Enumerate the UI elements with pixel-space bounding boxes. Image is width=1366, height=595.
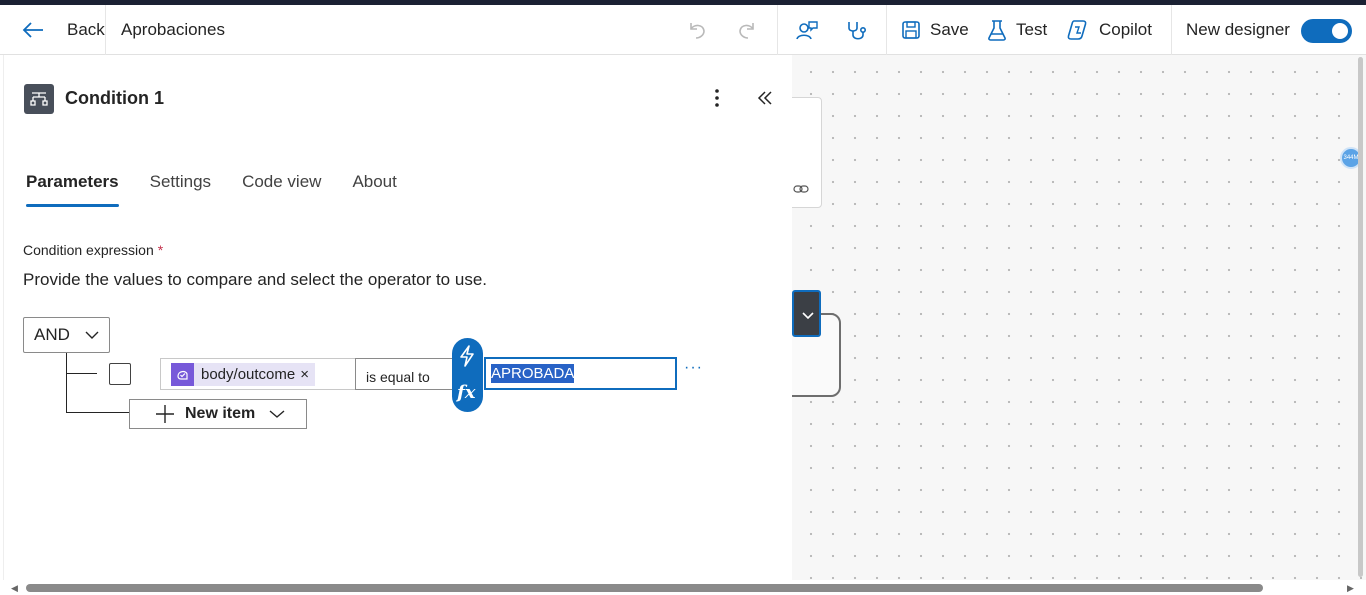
new-item-label: New item (185, 405, 256, 422)
horizontal-scrollbar[interactable]: ◀ ▶ (0, 580, 1366, 595)
scrollbar-thumb[interactable] (1358, 57, 1363, 577)
token-picker-pill: fx (452, 338, 483, 412)
flow-checker-icon[interactable] (845, 19, 869, 48)
right-operand-value: APROBADA (491, 364, 575, 383)
tree-line (66, 373, 97, 374)
condition-icon (24, 84, 54, 114)
group-operator-dropdown[interactable]: AND (23, 317, 110, 353)
chevron-down-icon (85, 331, 99, 339)
left-operand-field[interactable]: body/outcome × (160, 358, 356, 390)
chevron-down-icon (801, 308, 815, 326)
tab-code-view[interactable]: Code view (242, 172, 321, 192)
divider (105, 5, 106, 55)
divider (1171, 5, 1172, 55)
divider (886, 5, 887, 55)
operator-dropdown[interactable]: is equal to (355, 358, 461, 390)
scroll-right-arrow-icon[interactable]: ▶ (1347, 583, 1354, 594)
lightning-icon[interactable] (458, 344, 476, 373)
back-label: Back (67, 20, 105, 39)
required-mark: * (157, 242, 164, 258)
row-select-checkbox[interactable] (109, 363, 131, 385)
test-label: Test (1016, 20, 1048, 39)
arrow-left-icon (22, 21, 58, 39)
approvals-icon (171, 363, 194, 386)
divider (777, 5, 778, 55)
vertical-scrollbar[interactable] (1356, 55, 1366, 580)
redo-icon[interactable] (736, 19, 758, 46)
toggle-knob (1332, 23, 1348, 39)
condition-expression-label: Condition expression * (23, 242, 163, 258)
condition-expression-text: Condition expression (23, 242, 154, 258)
expression-fx-icon[interactable]: fx (457, 382, 475, 403)
condition-description: Provide the values to compare and select… (23, 270, 487, 289)
link-icon (793, 182, 809, 200)
save-label: Save (930, 20, 969, 39)
dynamic-content-token[interactable]: body/outcome × (171, 363, 315, 386)
condition-panel: Condition 1 Parameters Settings Code vie… (4, 55, 792, 580)
undo-icon[interactable] (686, 19, 708, 46)
tree-line (66, 353, 67, 413)
copilot-button[interactable]: Copilot (1066, 5, 1152, 55)
group-operator-value: AND (34, 325, 70, 344)
tree-line (66, 412, 129, 413)
test-button[interactable]: Test (987, 5, 1047, 55)
scrollbar-thumb[interactable] (26, 584, 1263, 592)
token-remove-icon[interactable]: × (300, 366, 309, 383)
bot-feedback-icon[interactable] (795, 19, 819, 48)
new-designer-toggle[interactable] (1301, 19, 1352, 43)
flask-icon (987, 19, 1007, 41)
new-designer-label: New designer (1186, 20, 1290, 39)
copilot-icon (1066, 19, 1090, 41)
plus-icon (155, 404, 175, 424)
back-button[interactable]: Back (22, 5, 105, 55)
more-options-icon[interactable] (714, 88, 720, 113)
panel-tabs: Parameters Settings Code view About (26, 172, 428, 207)
toolbar: Back Aprobaciones Save Test Copilot New … (0, 5, 1366, 55)
save-button[interactable]: Save (901, 5, 969, 55)
condition-node-toggle[interactable] (792, 290, 821, 337)
row-more-options[interactable]: ··· (684, 359, 703, 377)
scroll-left-arrow-icon[interactable]: ◀ (11, 583, 18, 594)
panel-title: Condition 1 (65, 88, 164, 108)
chevron-down-icon (269, 409, 285, 419)
flow-title: Aprobaciones (121, 20, 225, 39)
token-label: body/outcome (201, 366, 296, 383)
tab-about[interactable]: About (352, 172, 396, 192)
tab-parameters[interactable]: Parameters (26, 172, 119, 207)
copilot-label: Copilot (1099, 20, 1152, 39)
flow-canvas[interactable]: 344M (782, 55, 1366, 580)
save-icon (901, 20, 921, 40)
right-operand-input[interactable]: APROBADA (484, 357, 677, 390)
collapse-panel-icon[interactable] (756, 89, 774, 112)
new-item-button[interactable]: New item (129, 399, 307, 429)
tab-settings[interactable]: Settings (150, 172, 211, 192)
